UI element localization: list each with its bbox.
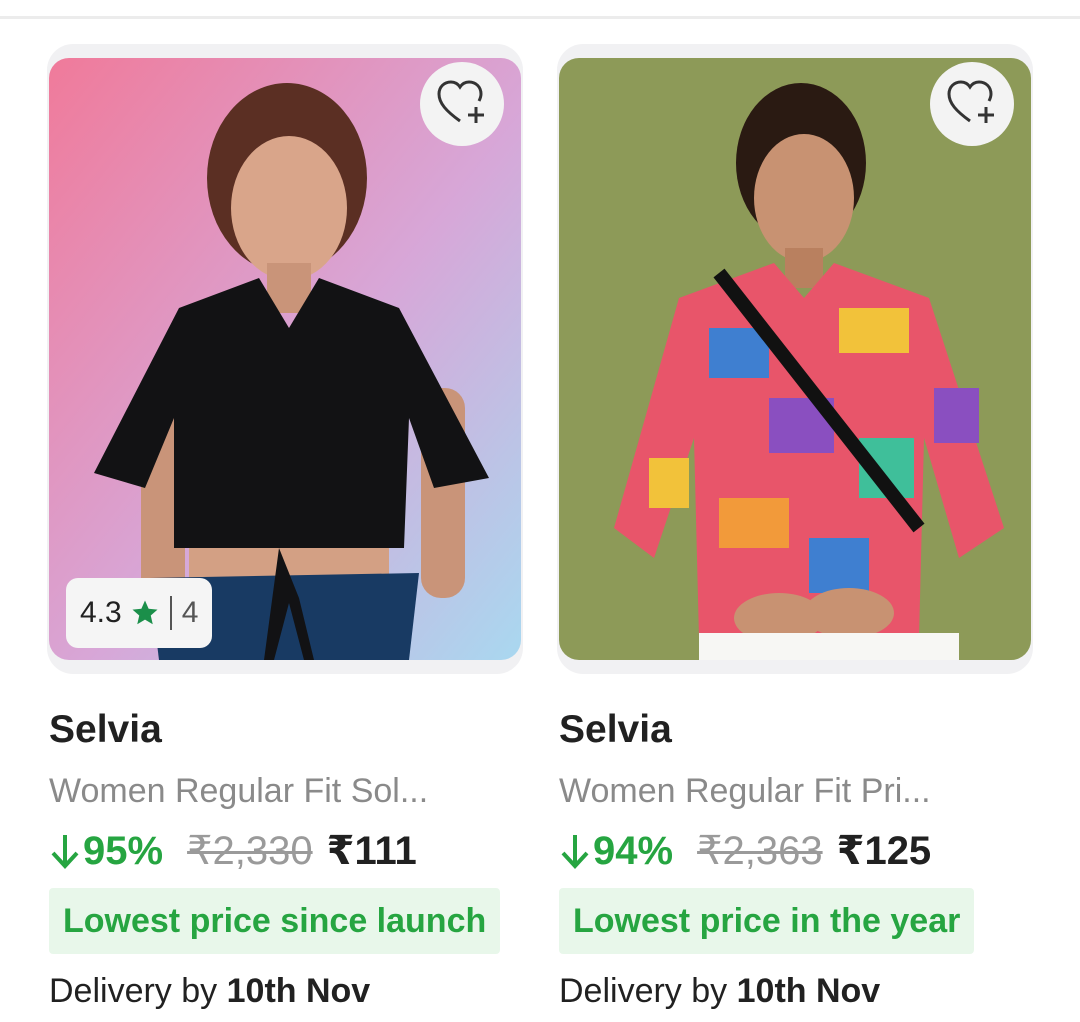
discount-percent: 95% [83, 828, 164, 873]
delivery-prefix: Delivery by [559, 972, 728, 1010]
discount: 94% [559, 829, 673, 874]
delivery-date: 10th Nov [226, 972, 371, 1010]
heart-plus-icon [436, 79, 488, 130]
wishlist-button[interactable] [930, 62, 1014, 146]
price-row: 94% ₹2,363 ₹125 [559, 828, 931, 874]
rating-separator [169, 596, 172, 630]
discount: 95% [49, 829, 163, 874]
delivery-info: Delivery by 10th Nov [49, 972, 370, 1011]
product-title: Women Regular Fit Sol... [49, 772, 429, 810]
delivery-info: Delivery by 10th Nov [559, 972, 880, 1011]
price-tag: Lowest price in the year [559, 888, 975, 954]
product-card[interactable]: 4.3 4 Selvia Women Regular Fit Sol... 95… [47, 44, 523, 1010]
product-title: Women Regular Fit Pri... [559, 772, 931, 810]
top-divider [0, 16, 1080, 19]
wishlist-button[interactable] [420, 62, 504, 146]
product-image[interactable] [559, 58, 1031, 660]
rating-count: 4 [181, 596, 199, 629]
price-tag: Lowest price since launch [49, 888, 501, 954]
product-image[interactable] [49, 58, 521, 660]
heart-plus-icon [946, 79, 998, 130]
arrow-down-icon [559, 832, 591, 870]
delivery-date: 10th Nov [736, 972, 881, 1010]
mrp-price: ₹2,363 [697, 829, 823, 873]
rating-badge: 4.3 4 [66, 578, 213, 648]
selling-price: ₹111 [326, 829, 417, 873]
product-brand: Selvia [49, 708, 162, 751]
product-image-frame[interactable] [557, 44, 1033, 674]
price-row: 95% ₹2,330 ₹111 [49, 828, 417, 874]
discount-percent: 94% [593, 828, 674, 873]
arrow-down-icon [49, 832, 81, 870]
mrp-price: ₹2,330 [187, 829, 313, 873]
product-brand: Selvia [559, 708, 672, 751]
delivery-prefix: Delivery by [49, 972, 218, 1010]
star-icon [130, 598, 160, 628]
product-card[interactable]: Selvia Women Regular Fit Pri... 94% ₹2,3… [557, 44, 1033, 1010]
selling-price: ₹125 [836, 829, 932, 873]
rating-value: 4.3 [80, 596, 122, 629]
product-image-frame[interactable]: 4.3 4 [47, 44, 523, 674]
